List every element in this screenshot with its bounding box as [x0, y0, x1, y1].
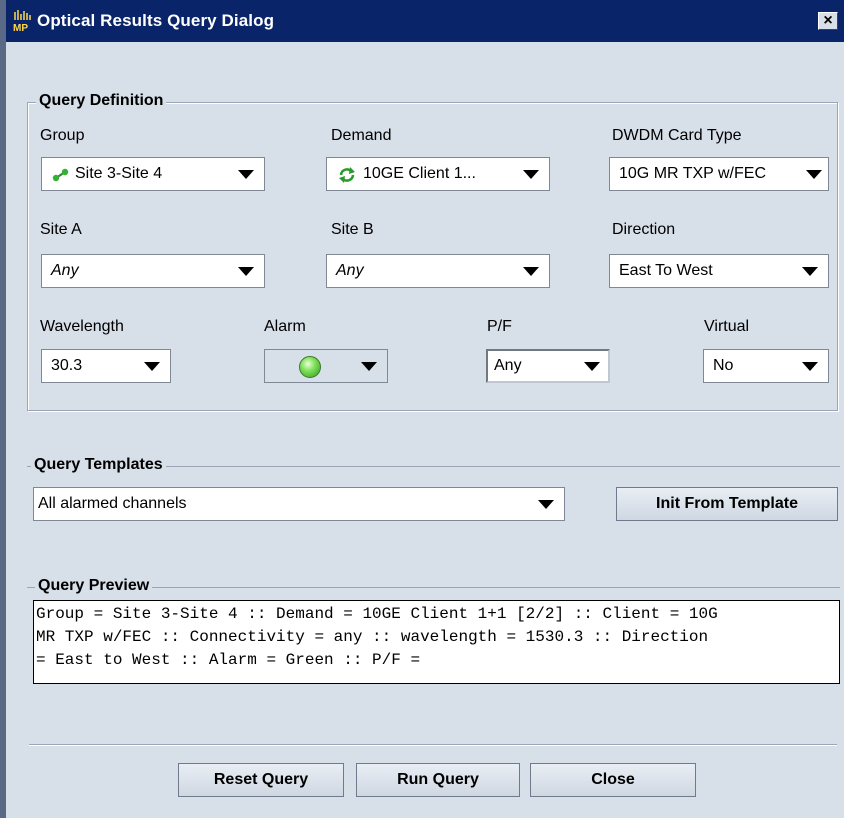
query-preview-text[interactable]: Group = Site 3-Site 4 :: Demand = 10GE C… — [33, 600, 840, 684]
site-b-value: Any — [336, 262, 364, 279]
dwdm-card-type-value: 10G MR TXP w/FEC — [619, 165, 766, 182]
title-bar[interactable]: MP Optical Results Query Dialog × — [6, 0, 844, 42]
close-icon[interactable]: × — [818, 12, 838, 30]
site-a-label: Site A — [40, 221, 82, 238]
demand-combo[interactable]: 10GE Client 1... — [326, 157, 550, 191]
chevron-down-icon — [523, 267, 539, 276]
dwdm-card-type-label: DWDM Card Type — [612, 127, 742, 144]
template-combo[interactable]: All alarmed channels — [33, 487, 565, 521]
chevron-down-icon — [584, 362, 600, 371]
chevron-down-icon — [802, 267, 818, 276]
pf-value: Any — [494, 357, 522, 374]
alarm-label: Alarm — [264, 318, 306, 335]
wavelength-label: Wavelength — [40, 318, 124, 335]
window-title: Optical Results Query Dialog — [37, 11, 275, 30]
alarm-combo[interactable] — [264, 349, 388, 383]
wavelength-value: 30.3 — [51, 357, 83, 374]
pf-label: P/F — [487, 318, 512, 335]
link-icon — [52, 168, 69, 182]
demand-label: Demand — [331, 127, 392, 144]
direction-combo[interactable]: East To West — [609, 254, 829, 288]
site-a-combo[interactable]: Any — [41, 254, 265, 288]
site-a-value: Any — [51, 262, 79, 279]
dialog-window: MP Optical Results Query Dialog × Query … — [0, 0, 844, 818]
init-from-template-button[interactable]: Init From Template — [616, 487, 838, 521]
preview-line: MR TXP w/FEC :: Connectivity = any :: wa… — [36, 628, 709, 646]
pf-combo[interactable]: Any — [486, 349, 610, 383]
footer-separator — [29, 744, 837, 746]
chevron-down-icon — [238, 267, 254, 276]
wavelength-combo[interactable]: 30.3 — [41, 349, 171, 383]
direction-value: East To West — [619, 262, 713, 279]
chevron-down-icon — [806, 170, 822, 179]
site-b-combo[interactable]: Any — [326, 254, 550, 288]
group-label: Group — [40, 127, 85, 144]
site-b-label: Site B — [331, 221, 374, 238]
virtual-value: No — [713, 357, 734, 374]
reset-query-button[interactable]: Reset Query — [178, 763, 344, 797]
query-templates-title: Query Templates — [31, 456, 166, 474]
chevron-down-icon — [238, 170, 254, 179]
svg-text:MP: MP — [13, 23, 28, 32]
close-button[interactable]: Close — [530, 763, 696, 797]
direction-label: Direction — [612, 221, 676, 238]
chevron-down-icon — [523, 170, 539, 179]
preview-line: Group = Site 3-Site 4 :: Demand = 10GE C… — [36, 605, 718, 623]
virtual-combo[interactable]: No — [703, 349, 829, 383]
chevron-down-icon — [802, 362, 818, 371]
virtual-label: Virtual — [704, 318, 750, 335]
mp-app-icon: MP — [12, 10, 36, 32]
query-preview-title: Query Preview — [35, 577, 153, 595]
preview-line: = East to West :: Alarm = Green :: P/F = — [36, 651, 421, 669]
group-combo[interactable]: Site 3-Site 4 — [41, 157, 265, 191]
dwdm-card-type-combo[interactable]: 10G MR TXP w/FEC — [609, 157, 829, 191]
run-query-button[interactable]: Run Query — [356, 763, 520, 797]
query-definition-title: Query Definition — [36, 92, 167, 110]
demand-value: 10GE Client 1... — [363, 165, 476, 182]
cycle-icon — [339, 167, 355, 183]
chevron-down-icon — [538, 500, 554, 509]
template-value: All alarmed channels — [38, 495, 187, 512]
alarm-green-status-icon — [299, 356, 321, 378]
group-value: Site 3-Site 4 — [75, 165, 163, 182]
chevron-down-icon — [144, 362, 160, 371]
chevron-down-icon — [361, 362, 377, 371]
